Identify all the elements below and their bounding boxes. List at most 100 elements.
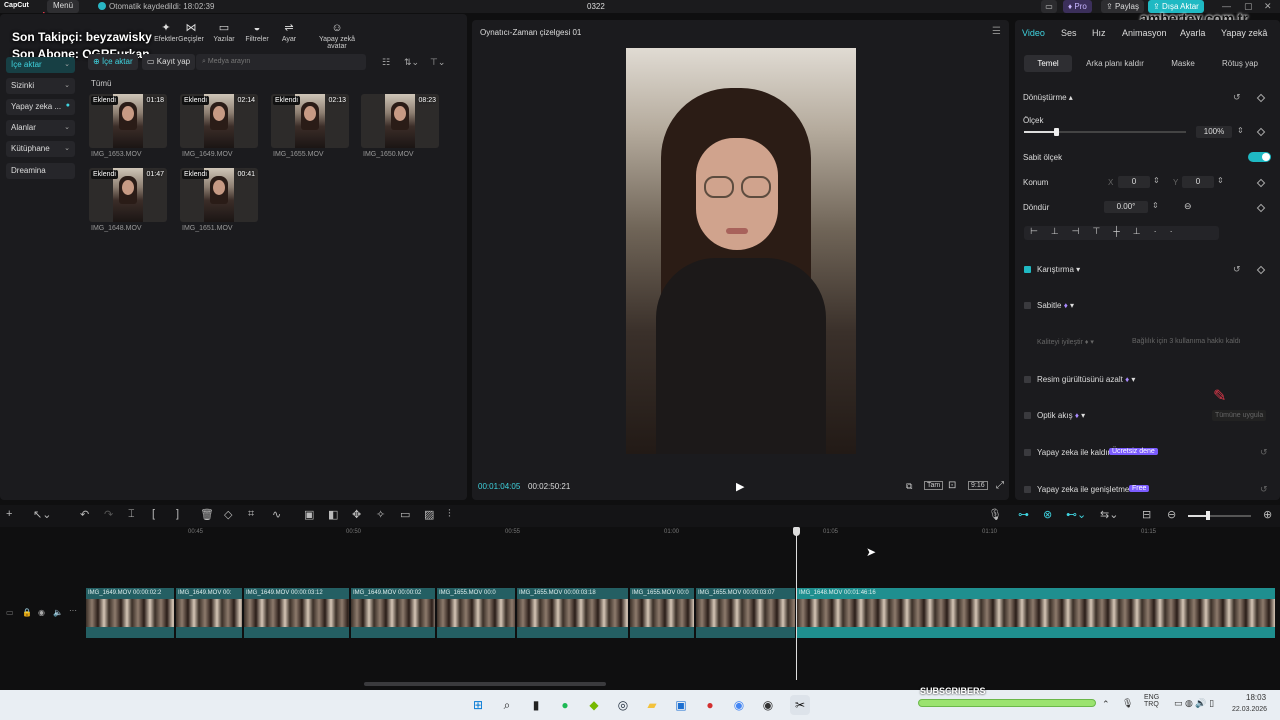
subtab-retouch[interactable]: Rötuş yap [1216, 55, 1264, 72]
timeline-clip[interactable]: IMG_1649.MOV 00:00:02 [351, 588, 436, 638]
fullscreen-icon[interactable]: ⤢ [996, 480, 1004, 491]
add-track-icon[interactable]: + [6, 508, 12, 520]
layout-icon[interactable]: ▭ [1041, 0, 1057, 13]
snap-icon[interactable]: ⊷⌄ [1066, 508, 1086, 521]
crop-tool-icon[interactable]: ⌗ [248, 508, 254, 521]
eye-icon[interactable]: ◉ [38, 608, 45, 617]
reset-icon[interactable]: ↺ [1260, 484, 1268, 495]
zoom-slider[interactable] [1188, 515, 1251, 517]
stepper-icon[interactable]: ⇕ [1153, 176, 1160, 185]
record-button[interactable]: ▭ Kayıt yap [142, 54, 196, 70]
ai-remove-checkbox[interactable] [1024, 449, 1031, 456]
steam-icon[interactable]: ◎ [613, 695, 633, 715]
redo-icon[interactable]: ↷ [104, 508, 113, 521]
subtab-basic[interactable]: Temel [1024, 55, 1072, 72]
optical-checkbox[interactable] [1024, 412, 1031, 419]
image-icon[interactable]: ▨ [424, 508, 434, 521]
split-icon[interactable]: ⌶ [128, 508, 135, 521]
ai-expand-label[interactable]: Yapay zeka ile genişletme [1037, 485, 1129, 494]
subtab-mask[interactable]: Maske [1160, 55, 1206, 72]
obs-icon[interactable]: ◉ [758, 695, 778, 715]
transform-heading[interactable]: Dönüştürme ▴ [1023, 93, 1073, 102]
rotate-dial-icon[interactable]: ⊖ [1184, 201, 1192, 212]
preview-axis-icon[interactable]: ⇆⌄ [1100, 508, 1118, 521]
position-y[interactable]: 0 [1182, 176, 1214, 188]
position-x[interactable]: 0 [1118, 176, 1150, 188]
scale-slider[interactable] [1024, 131, 1186, 133]
align-buttons[interactable]: ⊢⊥⊣⊤┼⊥·· [1024, 226, 1219, 240]
language-indicator[interactable]: ENG TRQ [1144, 694, 1168, 708]
timeline-clip[interactable]: IMG_1648.MOV 00:01:46:16 [797, 588, 1276, 638]
capcut-taskbar-icon[interactable]: ✂ [790, 695, 810, 715]
project-name[interactable]: 0322 [587, 2, 605, 11]
media-item[interactable]: Eklendi 00:41 [180, 168, 258, 222]
freeze-icon[interactable]: ▣ [304, 508, 314, 521]
nav-spaces[interactable]: Alanlar ⌄ [6, 120, 75, 136]
tray-icons[interactable]: ▭ ◍ 🔊 ▯ [1174, 698, 1214, 709]
undo-icon[interactable]: ↶ [80, 508, 89, 521]
timeline-scrollbar[interactable] [364, 682, 606, 686]
tab-adjust[interactable]: Ayarla [1180, 28, 1205, 38]
reset-icon[interactable]: ↺ [1260, 447, 1268, 458]
search-icon[interactable]: ⌕ [497, 695, 517, 715]
nav-dreamina[interactable]: Dreamina [6, 163, 75, 179]
share-button[interactable]: ⇪ Paylaş [1101, 0, 1144, 13]
tool-ai-avatar[interactable]: ☺ Yapay zekâ avatar [310, 22, 364, 50]
trim-right-icon[interactable]: ] [176, 508, 179, 520]
magic-icon[interactable]: ✧ [376, 508, 385, 521]
nav-ai[interactable]: Yapay zeka ... ● [6, 99, 75, 115]
rotate-tool-icon[interactable]: ✥ [352, 508, 361, 521]
lock-icon[interactable]: 🔒 [22, 608, 32, 617]
nav-library[interactable]: Kütüphane ⌄ [6, 141, 75, 157]
media-search-input[interactable]: ⌕ Medya arayın [196, 54, 366, 70]
close-icon[interactable]: ✕ [1264, 1, 1272, 12]
timeline-clip[interactable]: IMG_1655.MOV 00:0 [437, 588, 516, 638]
timeline-clip[interactable]: IMG_1649.MOV 00:00:02:2 [86, 588, 175, 638]
audio-wave-icon[interactable]: ⫶ [448, 508, 451, 521]
noise-label[interactable]: Resim gürültüsünü azalt ♦ ▾ [1037, 375, 1135, 384]
timeline-ruler[interactable]: 00:45 00:50 00:55 01:00 01:05 01:10 01:1… [85, 527, 1280, 541]
media-item[interactable]: Eklendi 02:13 [271, 94, 349, 148]
speed-curve-icon[interactable]: ∿ [272, 508, 281, 521]
marker-icon[interactable]: ◇ [224, 508, 232, 521]
start-icon[interactable]: ⊞ [468, 695, 488, 715]
reset-icon[interactable]: ↺ [1233, 92, 1241, 103]
ai-expand-checkbox[interactable] [1024, 486, 1031, 493]
nvidia-icon[interactable]: ◆ [584, 695, 604, 715]
optical-apply-button[interactable]: Tümüne uygula [1212, 410, 1267, 421]
ratio-button[interactable]: 9:16 [968, 481, 988, 490]
zoom-slider-handle[interactable] [1206, 511, 1210, 520]
reset-icon[interactable]: ↺ [1233, 264, 1241, 275]
spotify-icon[interactable]: ● [555, 695, 575, 715]
tab-audio[interactable]: Ses [1061, 28, 1077, 38]
mic-tray-icon[interactable]: 🎙 [1122, 698, 1133, 709]
microphone-icon[interactable]: 🎙 [988, 508, 1002, 521]
video-preview[interactable] [626, 48, 856, 454]
subtab-remove-bg[interactable]: Arka planı kaldır [1082, 55, 1148, 72]
sort-icon[interactable]: ⇅⌄ [404, 57, 419, 68]
tab-speed[interactable]: Hız [1092, 28, 1106, 38]
tool-adjust[interactable]: ⇌ Ayar [269, 22, 309, 43]
frame-icon[interactable]: ▭ [400, 508, 410, 521]
full-button[interactable]: Tam [924, 481, 944, 490]
timeline-clip[interactable]: IMG_1655.MOV 00:0 [630, 588, 695, 638]
play-icon[interactable]: ▶ [736, 480, 744, 493]
media-item[interactable]: Eklendi 01:47 [89, 168, 167, 222]
link-icon[interactable]: ⊶ [1018, 508, 1029, 521]
pro-button[interactable]: ♦ Pro [1063, 0, 1092, 13]
tray-arrow-icon[interactable]: ⌃ [1102, 699, 1110, 710]
tab-animation[interactable]: Animasyon [1122, 28, 1167, 38]
media-item[interactable]: Eklendi 02:14 [180, 94, 258, 148]
folder-icon[interactable]: ▰ [642, 695, 662, 715]
zoom-out-icon[interactable]: ⊖ [1167, 508, 1176, 521]
tab-video[interactable]: Video [1022, 28, 1045, 38]
snapshot-icon[interactable]: ⊡ [948, 480, 956, 491]
timeline-clip[interactable]: IMG_1655.MOV 00:00:03:18 [517, 588, 629, 638]
import-button[interactable]: ⊕ İçe aktar [88, 54, 138, 70]
scale-value[interactable]: 100% [1196, 126, 1232, 138]
store-icon[interactable]: ▣ [671, 695, 691, 715]
tab-ai[interactable]: Yapay zekâ [1221, 28, 1267, 38]
more-icon[interactable]: ··· [69, 606, 77, 615]
magnet-icon[interactable]: ⊗ [1043, 508, 1052, 521]
stepper-icon[interactable]: ⇕ [1237, 126, 1244, 135]
